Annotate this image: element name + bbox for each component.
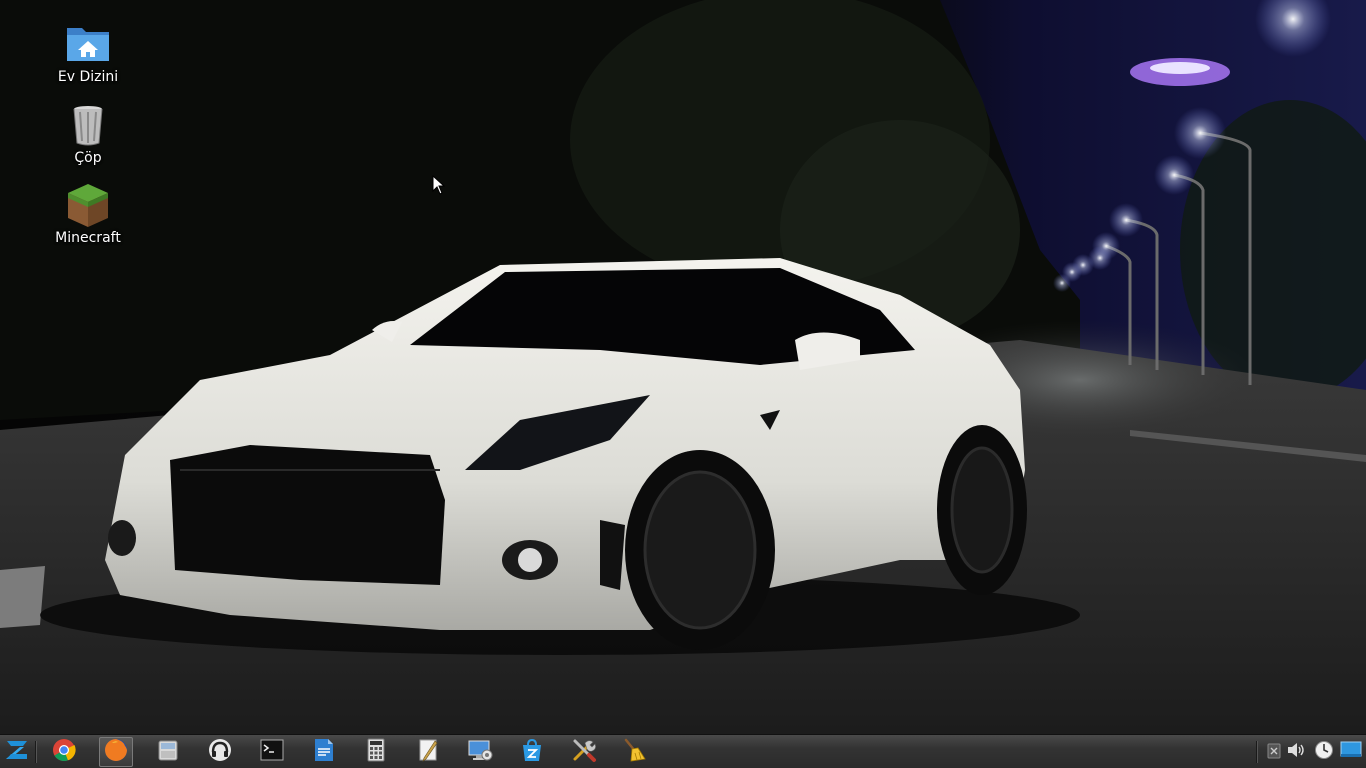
- system-tools-icon: [571, 737, 597, 767]
- document-editor-icon: [313, 738, 335, 766]
- music-player-icon: [208, 738, 232, 766]
- home-folder-icon: [64, 20, 112, 68]
- taskbar-separator: [35, 741, 37, 763]
- mouse-pointer-icon: [432, 174, 446, 195]
- network-disconnected-icon: [1267, 740, 1281, 764]
- taskbar-app-system-tools[interactable]: [567, 737, 601, 767]
- tray-clock-button[interactable]: [1312, 737, 1336, 767]
- taskbar-app-document[interactable]: [307, 737, 341, 767]
- taskbar-app-calculator[interactable]: [359, 737, 393, 767]
- start-menu-button[interactable]: [0, 737, 34, 767]
- taskbar-app-remote-desktop[interactable]: [463, 737, 497, 767]
- taskbar: [0, 734, 1366, 768]
- taskbar-app-software-store[interactable]: [515, 737, 549, 767]
- tray-volume-button[interactable]: [1284, 737, 1308, 767]
- taskbar-app-text-editor[interactable]: [411, 737, 445, 767]
- tray-network-button[interactable]: [1264, 737, 1284, 767]
- taskbar-app-music[interactable]: [203, 737, 237, 767]
- taskbar-app-firefox[interactable]: [99, 737, 133, 767]
- file-manager-icon: [156, 738, 180, 766]
- zorin-menu-icon: [4, 739, 30, 765]
- cleaner-icon: [623, 737, 649, 767]
- clock-icon: [1314, 740, 1334, 764]
- desktop-icon-trash[interactable]: Çöp: [38, 101, 138, 166]
- taskbar-app-files[interactable]: [151, 737, 185, 767]
- text-editor-icon: [417, 738, 439, 766]
- show-desktop-button[interactable]: [1338, 737, 1364, 767]
- chrome-icon: [52, 738, 76, 766]
- desktop-icon-label: Minecraft: [55, 230, 121, 246]
- desktop-icon-home[interactable]: Ev Dizini: [38, 20, 138, 85]
- remote-desktop-icon: [467, 738, 493, 766]
- minecraft-grass-block-icon: [64, 181, 112, 229]
- desktop-icon-label: Ev Dizini: [57, 69, 119, 85]
- taskbar-app-cleaner[interactable]: [619, 737, 653, 767]
- volume-icon: [1286, 741, 1306, 763]
- desktop-icon-label: Çöp: [74, 150, 102, 166]
- taskbar-app-terminal[interactable]: [255, 737, 289, 767]
- trash-icon: [64, 101, 112, 149]
- calculator-icon: [367, 738, 385, 766]
- firefox-icon: [103, 737, 129, 767]
- desktop-icon-minecraft[interactable]: Minecraft: [38, 181, 138, 246]
- desktop-wallpaper: [0, 0, 1366, 734]
- software-store-icon: [521, 738, 543, 766]
- terminal-icon: [260, 739, 284, 765]
- tray-separator: [1256, 741, 1258, 763]
- show-desktop-icon: [1340, 741, 1362, 763]
- taskbar-app-chrome[interactable]: [47, 737, 81, 767]
